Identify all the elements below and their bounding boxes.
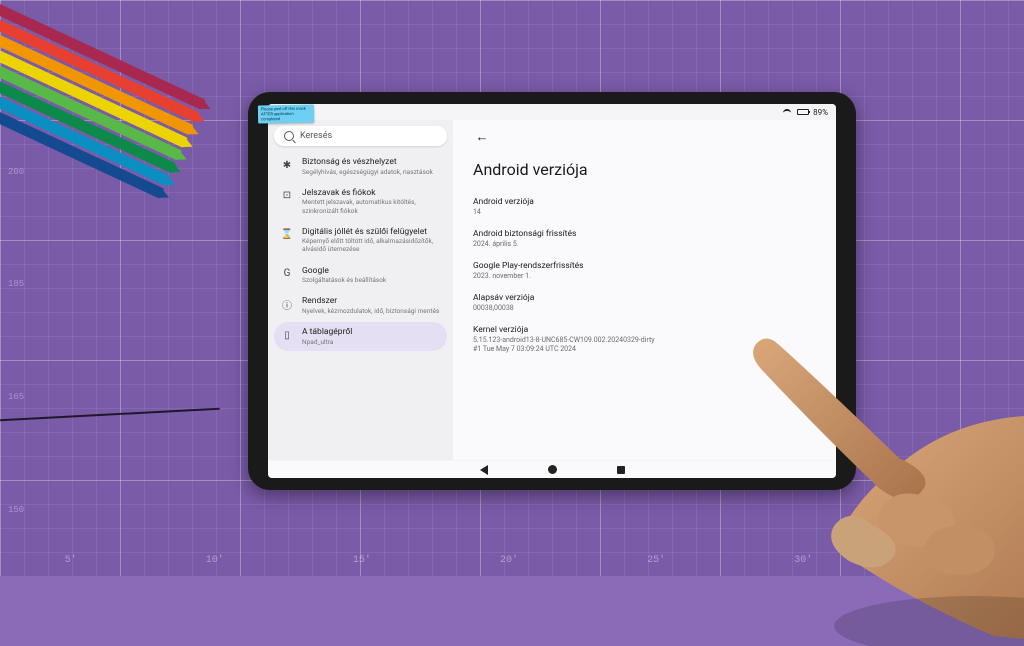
battery-percent: 89% <box>813 108 828 117</box>
sidebar-item-sub: Képernyő előtt töltött idő, alkalmazásid… <box>302 237 441 253</box>
mat-bottom-scale: 5' 10' 15' 20' 25' 30' 35' <box>0 555 1024 566</box>
page-title: Android verziója <box>473 160 816 179</box>
back-button[interactable]: ← <box>473 128 491 146</box>
search-placeholder: Keresés <box>300 131 332 141</box>
tablet-icon: ▯ <box>280 328 294 342</box>
sidebar-item-sub: Npad_ultra <box>302 338 352 346</box>
info-row-security-update[interactable]: Android biztonsági frissítés 2024. ápril… <box>473 229 816 249</box>
row-value: 2023. november 1. <box>473 272 816 281</box>
nav-back-button[interactable] <box>480 465 488 475</box>
info-row-android-version[interactable]: Android verziója 14 <box>473 197 816 217</box>
row-value: 00038,00038 <box>473 304 816 313</box>
settings-sidebar: Keresés ✱ Biztonság és vészhelyzet Segél… <box>268 120 453 460</box>
screen-protector-sticker: Please peel off this mask AFTER applicat… <box>258 105 314 124</box>
tablet-screen: 89% Keresés ✱ Biztonság és vészhelyzet S… <box>268 104 836 478</box>
sidebar-item-sub: Segélyhívás, egészségügyi adatok, riaszt… <box>302 168 433 176</box>
search-icon <box>284 131 294 141</box>
sidebar-item-sub: Szolgáltatások és beállítások <box>302 276 386 284</box>
row-title: Android verziója <box>473 197 816 207</box>
sidebar-item-about[interactable]: ▯ A táblagépről Npad_ultra <box>274 322 447 351</box>
sidebar-item-label: A táblagépről <box>302 327 352 338</box>
sidebar-item-passwords[interactable]: ⊡ Jelszavak és fiókok Mentett jelszavak,… <box>274 183 447 220</box>
status-bar: 89% <box>268 104 836 120</box>
info-row-play-update[interactable]: Google Play-rendszerfrissítés 2023. nove… <box>473 261 816 281</box>
info-row-baseband[interactable]: Alapsáv verziója 00038,00038 <box>473 293 816 313</box>
tablet-device: 89% Keresés ✱ Biztonság és vészhelyzet S… <box>248 92 856 490</box>
row-value: 5.15.123-android13-8-UNC685-CW109.002.20… <box>473 336 816 354</box>
row-title: Kernel verziója <box>473 325 816 335</box>
mat-left-scale: 200 185 165 150 <box>8 115 24 566</box>
nav-home-button[interactable] <box>548 465 557 474</box>
detail-panel: ← Android verziója Android verziója 14 A… <box>453 120 836 460</box>
sidebar-item-label: Jelszavak és fiókok <box>302 188 441 199</box>
wifi-icon <box>783 108 793 116</box>
asterisk-icon: ✱ <box>280 158 294 172</box>
row-title: Alapsáv verziója <box>473 293 816 303</box>
hourglass-icon: ⌛ <box>280 228 294 242</box>
sidebar-item-wellbeing[interactable]: ⌛ Digitális jóllét és szülői felügyelet … <box>274 222 447 259</box>
system-nav-bar <box>268 460 836 478</box>
sidebar-item-label: Rendszer <box>302 296 439 307</box>
sidebar-item-label: Digitális jóllét és szülői felügyelet <box>302 227 441 238</box>
sidebar-item-system[interactable]: ⓘ Rendszer Nyelvek, kézmozdulatok, idő, … <box>274 291 447 320</box>
sidebar-item-label: Biztonság és vészhelyzet <box>302 157 433 168</box>
row-title: Google Play-rendszerfrissítés <box>473 261 816 271</box>
account-icon: ⊡ <box>280 189 294 203</box>
sidebar-item-safety[interactable]: ✱ Biztonság és vészhelyzet Segélyhívás, … <box>274 152 447 181</box>
row-value: 14 <box>473 208 816 217</box>
battery-icon <box>797 109 809 115</box>
row-value: 2024. április 5. <box>473 240 816 249</box>
sidebar-item-sub: Mentett jelszavak, automatikus kitöltés,… <box>302 198 441 214</box>
google-icon: G <box>280 267 294 281</box>
info-icon: ⓘ <box>280 297 294 311</box>
sidebar-item-google[interactable]: G Google Szolgáltatások és beállítások <box>274 261 447 290</box>
sidebar-item-sub: Nyelvek, kézmozdulatok, idő, biztonsági … <box>302 307 439 315</box>
info-row-kernel[interactable]: Kernel verziója 5.15.123-android13-8-UNC… <box>473 325 816 354</box>
row-title: Android biztonsági frissítés <box>473 229 816 239</box>
sidebar-item-label: Google <box>302 266 386 277</box>
nav-recent-button[interactable] <box>617 466 625 474</box>
search-input[interactable]: Keresés <box>274 126 447 146</box>
